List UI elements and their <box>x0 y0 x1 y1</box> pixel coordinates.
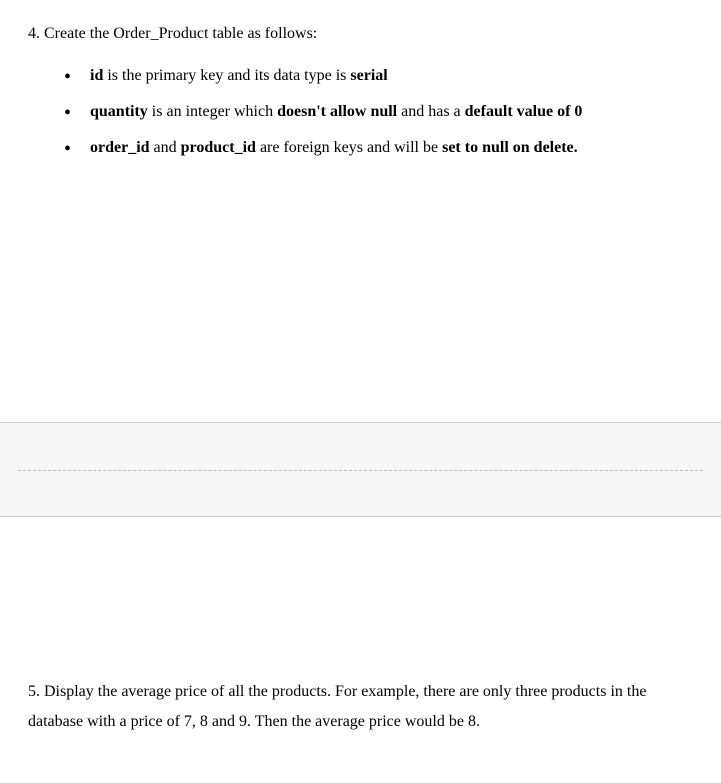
bullet-text: is an integer which <box>148 103 277 120</box>
bullet-text: and has a <box>397 103 465 120</box>
bullet-bold: id <box>90 67 103 84</box>
bullet-bold: order_id <box>90 139 150 156</box>
question-5-text: 5. Display the average price of all the … <box>28 677 693 736</box>
bullet-bold: serial <box>350 67 387 84</box>
bullet-item: id is the primary key and its data type … <box>64 64 693 88</box>
bullet-bold: default value of 0 <box>465 103 583 120</box>
bullet-item: quantity is an integer which doesn't all… <box>64 100 693 124</box>
question-5-block: 5. Display the average price of all the … <box>0 517 721 756</box>
bullet-item: order_id and product_id are foreign keys… <box>64 136 693 160</box>
separator-band <box>0 422 721 517</box>
question-4-intro: 4. Create the Order_Product table as fol… <box>28 22 693 46</box>
bullet-text: is the primary key and its data type is <box>103 67 350 84</box>
bullet-bold: set to null on delete. <box>442 139 578 156</box>
whitespace-gap <box>0 192 721 422</box>
question-4-bullets: id is the primary key and its data type … <box>28 64 693 160</box>
bullet-bold: doesn't allow null <box>277 103 397 120</box>
question-4-block: 4. Create the Order_Product table as fol… <box>0 0 721 192</box>
bullet-bold: quantity <box>90 103 148 120</box>
bullet-text: and <box>150 139 181 156</box>
bullet-text: are foreign keys and will be <box>256 139 442 156</box>
dashed-divider <box>18 470 703 471</box>
bullet-bold: product_id <box>181 139 256 156</box>
